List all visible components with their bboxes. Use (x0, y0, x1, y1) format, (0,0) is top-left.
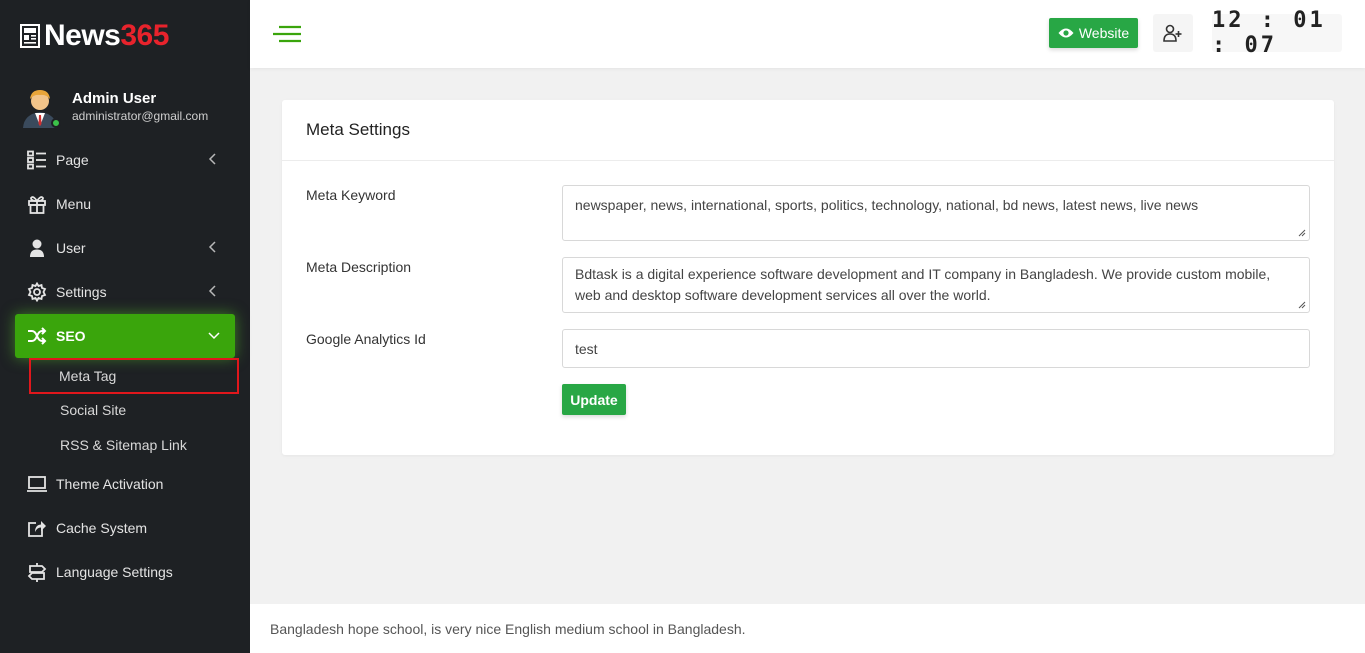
chevron-left-icon (208, 153, 216, 165)
share-icon (26, 517, 48, 539)
chevron-left-icon (208, 241, 216, 253)
sidebar-item-label: Settings (56, 284, 107, 300)
sidebar-item-label: User (56, 240, 86, 256)
footer-text: Bangladesh hope school, is very nice Eng… (270, 620, 746, 637)
update-button[interactable]: Update (562, 384, 626, 415)
eye-icon (1058, 28, 1074, 38)
sidebar-item-language-settings[interactable]: Language Settings (0, 550, 250, 594)
meta-description-textarea[interactable]: Bdtask is a digital experience software … (562, 257, 1310, 313)
sidebar-item-cache-system[interactable]: Cache System (0, 506, 250, 550)
website-button-label: Website (1078, 25, 1130, 41)
sidebar-item-label: Cache System (56, 520, 148, 536)
sidebar-nav: Page Menu User Settings SEO Meta Tag Soc… (0, 138, 250, 594)
avatar (20, 86, 61, 128)
chevron-left-icon (208, 285, 216, 297)
newspaper-icon (20, 24, 40, 48)
sidebar-item-seo[interactable]: SEO (15, 314, 235, 358)
sidebar-item-settings[interactable]: Settings (0, 270, 250, 314)
user-profile[interactable]: Admin User administrator@gmail.com (20, 86, 208, 128)
meta-keyword-value: newspaper, news, international, sports, … (575, 197, 1199, 213)
sidebar-subitem-meta-tag[interactable]: Meta Tag (29, 358, 239, 394)
sidebar-subitem-rss-sitemap[interactable]: RSS & Sitemap Link (0, 427, 250, 462)
logo-text: News365 (44, 19, 169, 52)
signpost-icon (26, 561, 48, 583)
google-analytics-input[interactable]: test (562, 329, 1310, 368)
chevron-down-icon (208, 332, 220, 340)
sidebar-subitem-social-site[interactable]: Social Site (0, 392, 250, 427)
card-title: Meta Settings (282, 100, 1334, 161)
sidebar-item-label: Menu (56, 196, 92, 212)
laptop-icon (26, 473, 48, 495)
online-status-dot (51, 118, 61, 128)
add-user-icon (1163, 24, 1182, 42)
gift-icon (26, 193, 48, 215)
user-icon (26, 237, 48, 259)
page-icon (26, 149, 48, 171)
sidebar: News365 Admin User administrator@gmail.c… (0, 0, 250, 653)
sidebar-item-page[interactable]: Page (0, 138, 250, 182)
hamburger-menu-icon[interactable] (273, 24, 303, 44)
google-analytics-label: Google Analytics Id (306, 331, 426, 347)
logo[interactable]: News365 (20, 16, 169, 56)
google-analytics-value: test (575, 341, 598, 357)
meta-settings-card: Meta Settings Meta Keyword newspaper, ne… (282, 100, 1334, 455)
user-email: administrator@gmail.com (72, 109, 209, 123)
gear-icon (26, 281, 48, 303)
meta-keyword-textarea[interactable]: newspaper, news, international, sports, … (562, 185, 1310, 241)
meta-keyword-label: Meta Keyword (306, 187, 396, 203)
digital-clock: 12 : 01 : 07 (1212, 8, 1342, 58)
top-header: Website 12 : 01 : 07 (250, 0, 1365, 68)
sidebar-item-label: Language Settings (56, 564, 173, 580)
seo-submenu: Meta Tag Social Site RSS & Sitemap Link (0, 358, 250, 462)
add-user-button[interactable] (1153, 14, 1193, 52)
user-name: Admin User (72, 90, 157, 107)
sidebar-item-label: SEO (56, 328, 86, 344)
website-button[interactable]: Website (1049, 18, 1138, 48)
sidebar-item-theme-activation[interactable]: Theme Activation (0, 462, 250, 506)
footer: Bangladesh hope school, is very nice Eng… (250, 604, 1365, 653)
sidebar-item-label: Theme Activation (56, 476, 164, 492)
meta-description-value: Bdtask is a digital experience software … (575, 266, 1271, 303)
resize-handle-icon[interactable] (1298, 301, 1306, 309)
resize-handle-icon[interactable] (1298, 229, 1306, 237)
sidebar-item-menu[interactable]: Menu (0, 182, 250, 226)
shuffle-icon (26, 325, 48, 347)
sidebar-item-label: Page (56, 152, 89, 168)
meta-description-label: Meta Description (306, 259, 412, 275)
sidebar-item-user[interactable]: User (0, 226, 250, 270)
